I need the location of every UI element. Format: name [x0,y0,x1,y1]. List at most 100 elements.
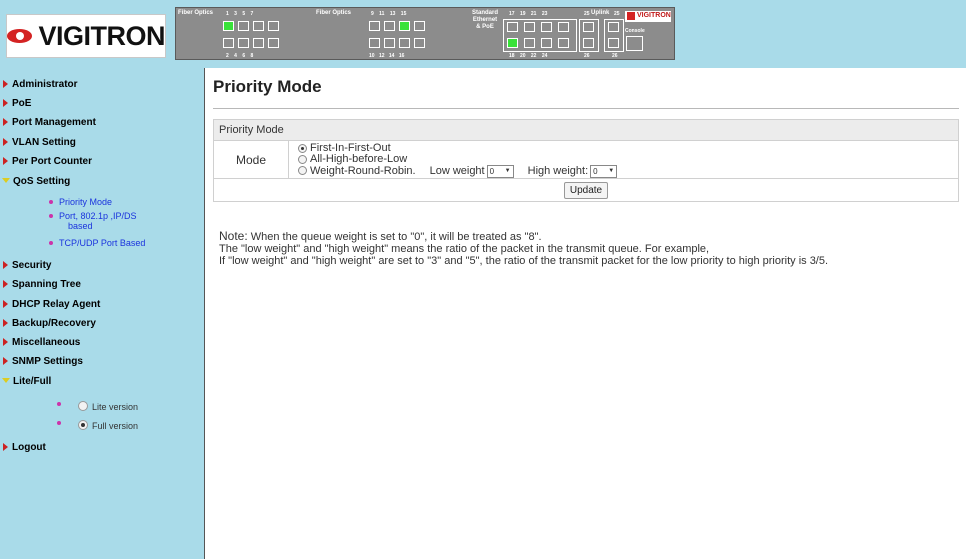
panel-std-label-1: Standard [471,10,498,16]
sidebar-item-dhcp-relay[interactable]: DHCP Relay Agent [0,299,100,310]
switch-panel: Fiber Optics 1 3 5 7 2 4 6 8 Fiber Optic… [175,7,675,60]
bullet-icon [49,241,53,245]
arrow-right-icon [3,157,8,165]
console-port-icon [626,36,643,51]
sidebar-item-snmp-settings[interactable]: SNMP Settings [0,356,83,367]
bullet-icon [57,421,61,425]
arrow-right-icon [3,280,8,288]
sidebar-item-label: QoS Setting [13,176,71,187]
sidebar-item-label: Per Port Counter [12,156,93,167]
port-8-icon [268,38,279,48]
sidebar-item-label: Spanning Tree [12,279,81,290]
sidebar-item-label: DHCP Relay Agent [12,299,101,310]
lite-version-option[interactable]: Lite version [78,401,138,412]
panel-title: Priority Mode [214,120,958,141]
arrow-right-icon [3,357,8,365]
panel-num-25b: 25 [614,11,620,17]
port-19-icon [524,22,535,32]
sidebar-item-backup-recovery[interactable]: Backup/Recovery [0,318,96,329]
sidebar-item-spanning-tree[interactable]: Spanning Tree [0,279,81,290]
low-weight-label: Low weight [429,165,485,177]
port-25b-icon [608,22,619,32]
arrow-right-icon [3,118,8,126]
panel-num-2-8: 2 4 6 8 [226,53,254,59]
port-5-icon [253,21,264,31]
sidebar-item-label: Security [12,260,52,271]
arrow-right-icon [3,338,8,346]
sidebar-item-label: Backup/Recovery [12,318,96,329]
sidebar-item-miscellaneous[interactable]: Miscellaneous [0,337,80,348]
arrow-right-icon [3,138,8,146]
main-content: Priority Mode Priority Mode Mode First-I… [206,68,966,559]
sidebar-item-label: PoE [12,98,32,109]
fifo-radio[interactable] [298,144,307,153]
panel-std-label: Standard Ethernet & PoE [469,10,501,31]
note-line-3: If "low weight" and "high weight" are se… [219,255,829,267]
port-22-icon [541,38,552,48]
sidebar-item-label: SNMP Settings [12,356,83,367]
panel-fiber-label-1: Fiber Optics [178,10,214,16]
arrow-right-icon [3,300,8,308]
panel-brand-text: VIGITRON [637,12,671,19]
mode-options: First-In-First-Out All-High-before-Low W… [289,141,618,178]
sidebar-item-security[interactable]: Security [0,260,51,271]
sidebar-sub-tcp-udp[interactable]: TCP/UDP Port Based [59,238,145,248]
wrr-radio[interactable] [298,166,307,175]
full-version-radio[interactable] [78,420,88,430]
option-high-before-low[interactable]: All-High-before-Low [298,154,617,165]
port-21-icon [541,22,552,32]
panel-num-9-15: 9 11 13 15 [371,11,407,17]
sidebar-item-vlan-setting[interactable]: VLAN Setting [0,137,76,148]
port-9-icon [369,21,380,31]
port-10-icon [369,38,380,48]
notes: Note: When the queue weight is set to "0… [219,230,828,267]
sidebar-item-label: Lite/Full [13,376,52,387]
panel-num-26b: 26 [612,53,618,59]
high-before-low-radio[interactable] [298,155,307,164]
title-divider [213,108,959,109]
port-14-icon [399,38,410,48]
sidebar-item-administrator[interactable]: Administrator [0,79,78,90]
panel-num-17-23: 17 19 21 23 [509,11,548,17]
arrow-right-icon [3,99,8,107]
update-button[interactable]: Update [563,181,609,199]
sidebar-item-port-management[interactable]: Port Management [0,117,96,128]
vigitron-logo: VIGITRON [6,14,166,58]
sidebar-sub-priority-mode[interactable]: Priority Mode [59,197,112,207]
low-weight-select[interactable]: 0 [486,165,514,178]
sidebar-item-label: VLAN Setting [12,137,76,148]
sidebar-item-logout[interactable]: Logout [0,442,46,453]
port-16-icon [414,38,425,48]
port-13-icon [399,21,410,31]
arrow-right-icon [3,261,8,269]
panel-brand-logo: VIGITRON [625,11,671,22]
port-1-icon [223,21,234,31]
sidebar-item-qos-setting[interactable]: QoS Setting [0,176,70,187]
high-weight-select[interactable]: 0 [590,165,618,178]
port-12-icon [384,38,395,48]
panel-std-label-3: & PoE [476,24,494,30]
header: VIGITRON Fiber Optics 1 3 5 7 2 4 6 8 Fi… [0,0,966,68]
sidebar-sub-port-based-line-1: Port, 802.1p ,IP/DS [59,211,137,221]
arrow-right-icon [3,80,8,88]
note-text-1: When the queue weight is set to "0", it … [247,231,542,243]
sidebar-item-lite-full[interactable]: Lite/Full [0,376,51,387]
bullet-icon [49,214,53,218]
sidebar-item-per-port-counter[interactable]: Per Port Counter [0,156,92,167]
button-row: Update [214,179,958,201]
port-18-icon [507,38,518,48]
port-23-icon [558,22,569,32]
port-20-icon [524,38,535,48]
high-before-low-label: All-High-before-Low [310,153,408,165]
panel-num-25: 25 [584,11,590,17]
sidebar-item-label: Administrator [12,79,78,90]
sidebar-sub-port-based[interactable]: Port, 802.1p ,IP/DS based [59,211,137,231]
lite-version-radio[interactable] [78,401,88,411]
full-version-option[interactable]: Full version [78,420,138,431]
panel-num-26: 26 [584,53,590,59]
panel-console-label: Console [625,28,645,34]
arrow-down-icon [2,178,10,183]
option-wrr[interactable]: Weight-Round-Robin.Low weight0High weigh… [298,165,618,178]
sidebar-item-poe[interactable]: PoE [0,98,31,109]
panel-std-label-2: Ethernet [472,17,498,23]
